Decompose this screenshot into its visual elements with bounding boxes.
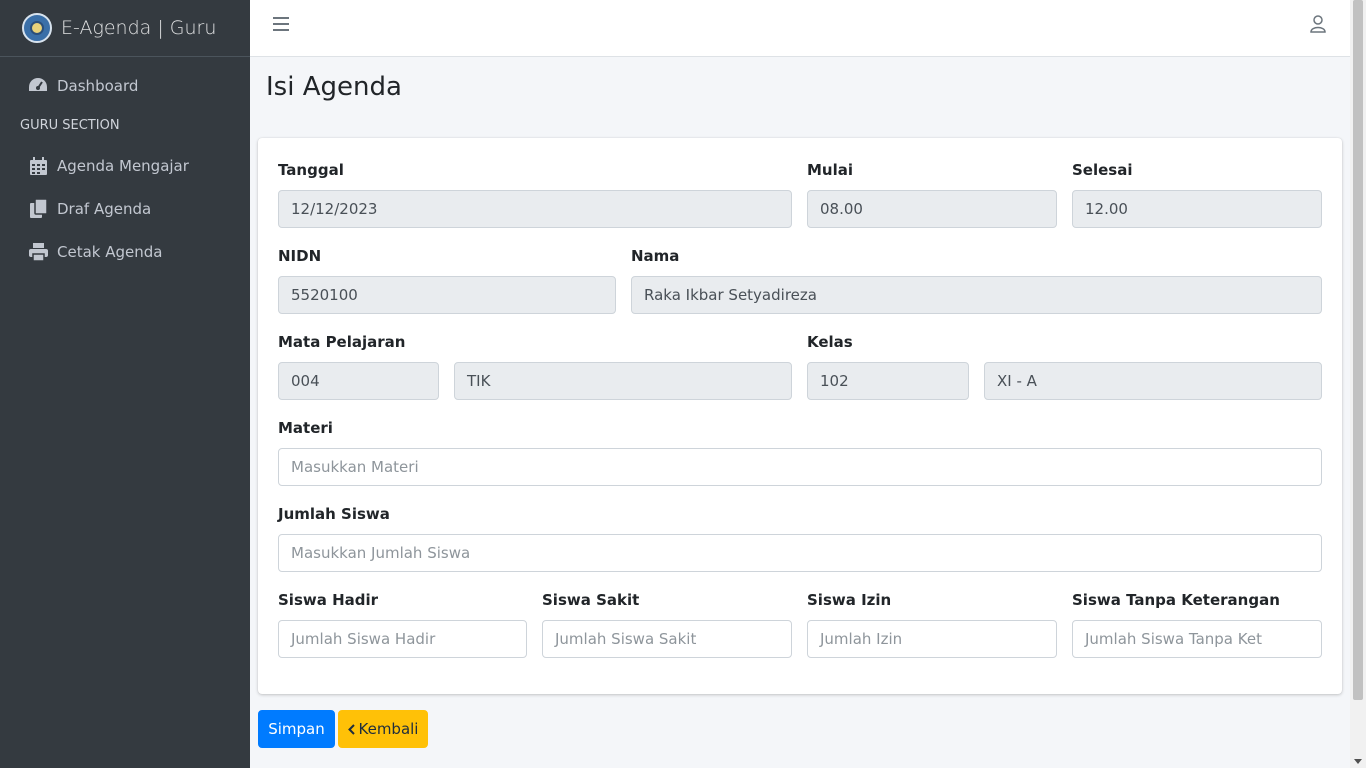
save-button-label: Simpan [268,720,325,738]
sidebar-section-header: GURU SECTION [20,118,120,133]
mulai-label: Mulai [807,161,854,179]
sidebar-item-cetak-agenda[interactable]: Cetak Agenda [0,230,250,273]
back-button[interactable]: Kembali [338,710,428,748]
mata-pelajaran-label: Mata Pelajaran [278,333,406,351]
kelas-label: Kelas [807,333,853,351]
sidebar-item-label: Cetak Agenda [57,242,163,261]
brand-title: E-Agenda | Guru [61,17,217,39]
nama-field[interactable]: Raka Ikbar Setyadireza [631,276,1322,314]
back-button-label: Kembali [358,720,419,738]
sidebar-item-dashboard[interactable]: Dashboard [0,64,250,107]
tanggal-label: Tanggal [278,161,344,179]
copy-icon [28,199,48,219]
siswa-sakit-label: Siswa Sakit [542,591,640,609]
mapel-name-field[interactable]: TIK [454,362,792,400]
nidn-label: NIDN [278,247,322,265]
siswa-sakit-input[interactable]: Jumlah Siswa Sakit [542,620,792,658]
jumlah-siswa-input[interactable]: Masukkan Jumlah Siswa [278,534,1322,572]
page-title: Isi Agenda [266,72,402,102]
top-navbar [250,0,1350,57]
siswa-hadir-input[interactable]: Jumlah Siswa Hadir [278,620,527,658]
sidebar-item-label: Draf Agenda [57,199,152,218]
kelas-code-field[interactable]: 102 [807,362,969,400]
tanggal-field[interactable]: 12/12/2023 [278,190,792,228]
user-icon[interactable] [1310,15,1326,37]
save-button[interactable]: Simpan [258,710,335,748]
mapel-code-field[interactable]: 004 [278,362,439,400]
page-scrollbar[interactable] [1350,0,1366,768]
jumlah-siswa-label: Jumlah Siswa [278,505,390,523]
siswa-hadir-label: Siswa Hadir [278,591,379,609]
siswa-tanpa-keterangan-label: Siswa Tanpa Keterangan [1072,591,1280,609]
siswa-tanpa-keterangan-input[interactable]: Jumlah Siswa Tanpa Ket [1072,620,1322,658]
tachometer-icon [28,76,48,96]
brand-link[interactable]: E-Agenda | Guru [0,0,250,57]
siswa-izin-label: Siswa Izin [807,591,892,609]
nama-label: Nama [631,247,680,265]
selesai-field[interactable]: 12.00 [1072,190,1322,228]
print-icon [28,242,48,262]
sidebar-item-label: Dashboard [57,76,139,95]
sidebar-item-label: Agenda Mengajar [57,156,189,175]
chevron-left-icon [347,723,355,735]
school-logo-icon [22,13,52,43]
materi-input[interactable]: Masukkan Materi [278,448,1322,486]
calendar-icon [28,156,48,176]
kelas-name-field[interactable]: XI - A [984,362,1322,400]
sidebar: E-Agenda | Guru Dashboard GURU SECTION A… [0,0,250,768]
materi-label: Materi [278,419,333,437]
nidn-field[interactable]: 5520100 [278,276,616,314]
hamburger-menu-icon[interactable] [273,17,289,31]
sidebar-item-agenda-mengajar[interactable]: Agenda Mengajar [0,144,250,187]
selesai-label: Selesai [1072,161,1133,179]
siswa-izin-input[interactable]: Jumlah Izin [807,620,1057,658]
sidebar-item-draf-agenda[interactable]: Draf Agenda [0,187,250,230]
mulai-field[interactable]: 08.00 [807,190,1057,228]
